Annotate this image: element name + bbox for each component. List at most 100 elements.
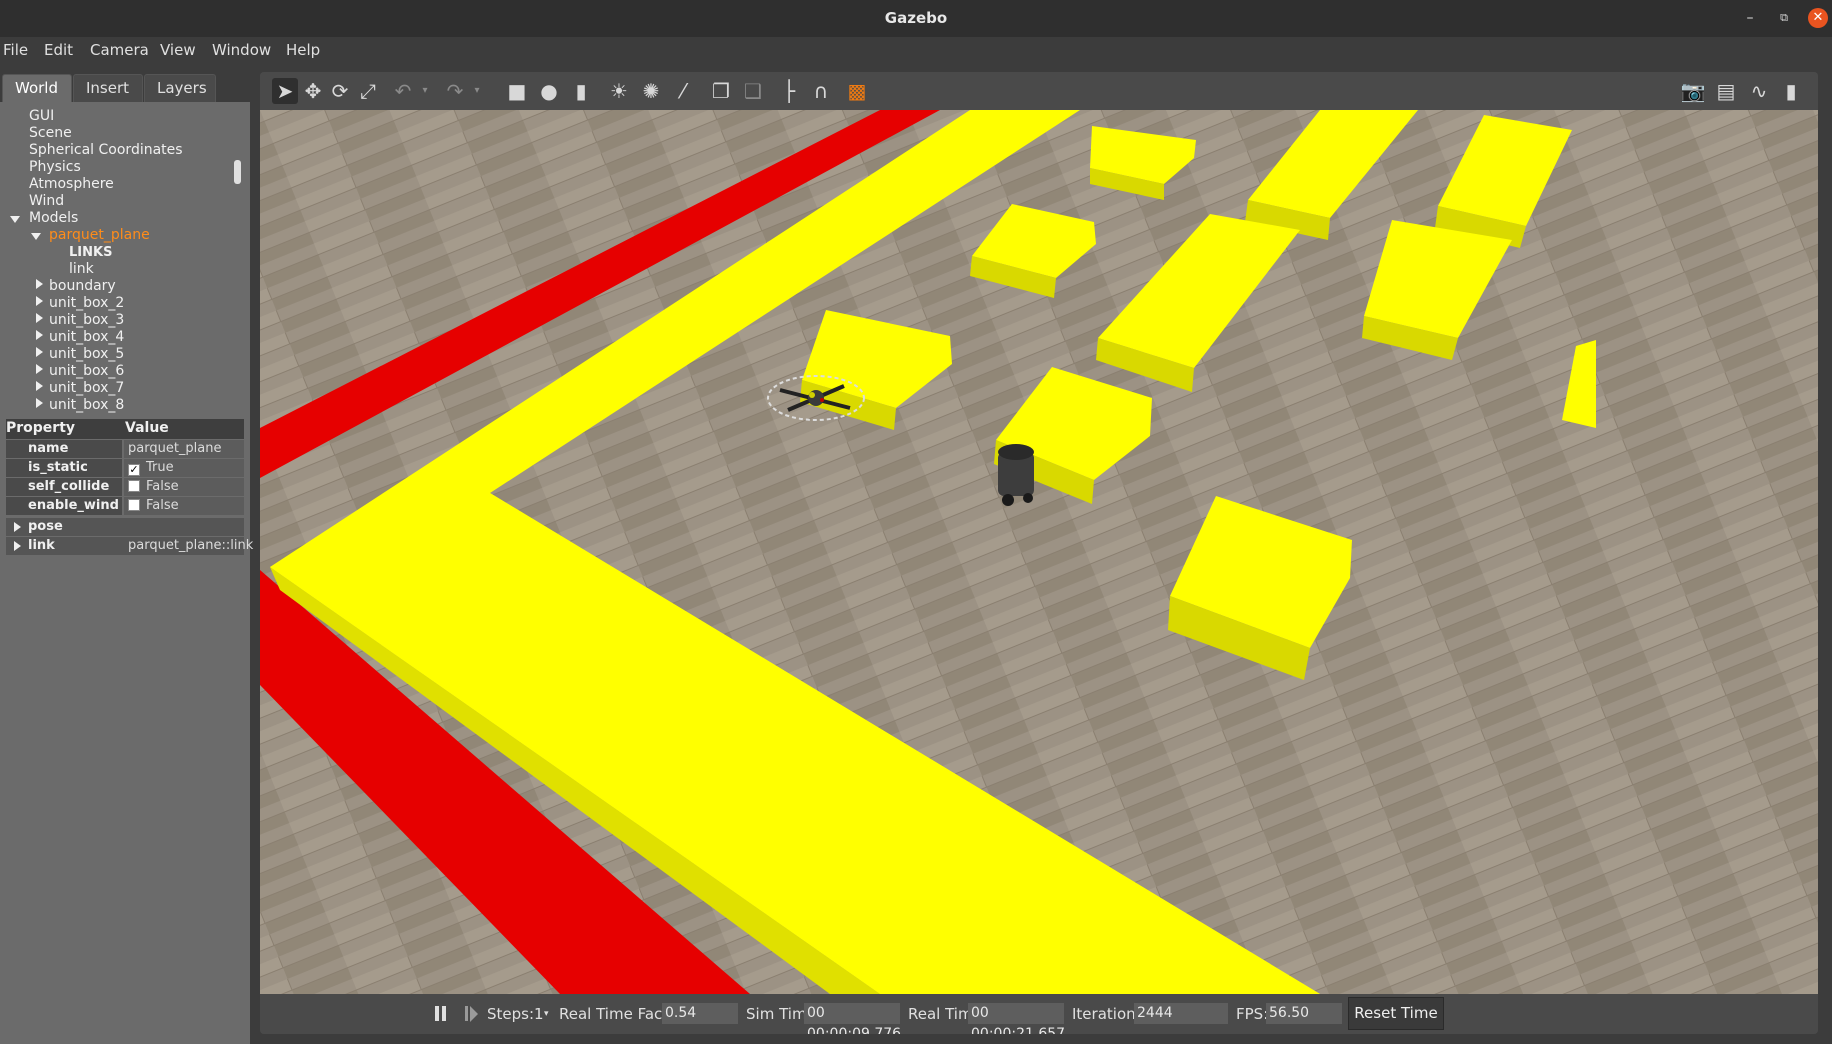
prop-section-pose[interactable]: pose	[6, 518, 244, 536]
spot-light-icon[interactable]: ✺	[638, 78, 664, 104]
snap-icon[interactable]: ∩	[808, 78, 834, 104]
value-column-header: Value	[125, 420, 169, 436]
menu-view[interactable]: View	[160, 41, 196, 59]
close-icon[interactable]: ✕	[1808, 8, 1828, 28]
expand-icon[interactable]	[36, 279, 43, 289]
step-icon[interactable]	[463, 1004, 479, 1024]
tree-item-unit-box-4[interactable]: unit_box_4	[49, 329, 124, 346]
3d-scene[interactable]	[260, 110, 1818, 994]
tree-item-unit-box-6[interactable]: unit_box_6	[49, 363, 124, 380]
expand-icon[interactable]	[36, 364, 43, 374]
tree-item-unit-box-8[interactable]: unit_box_8	[49, 397, 124, 414]
scene-canvas	[260, 110, 1818, 994]
menu-camera[interactable]: Camera	[90, 41, 149, 59]
tab-layers[interactable]: Layers	[144, 74, 216, 102]
prop-enable-wind-value: False	[124, 497, 244, 515]
fps-label: FPS:	[1236, 1005, 1269, 1023]
tree-item-unit-box-5[interactable]: unit_box_5	[49, 346, 124, 363]
tree-item-atmosphere[interactable]: Atmosphere	[29, 176, 114, 193]
minimize-icon[interactable]: –	[1740, 8, 1760, 28]
enable-wind-checkbox[interactable]	[128, 499, 140, 511]
tree-item-parquet-plane[interactable]: parquet_plane	[49, 227, 150, 244]
expand-link-icon[interactable]	[14, 541, 21, 551]
tree-item-physics[interactable]: Physics	[29, 159, 81, 176]
log-icon[interactable]: ▤	[1713, 78, 1739, 104]
steps-dropdown-icon[interactable]: ▾	[544, 1009, 549, 1019]
redo-dropdown-icon[interactable]: ▾	[464, 78, 490, 104]
prop-row-self-collide: self_collide False	[6, 478, 244, 497]
change-view-icon[interactable]: ▩	[844, 78, 870, 104]
link-label: link	[28, 538, 55, 553]
prop-enable-wind-label: enable_wind	[6, 497, 122, 515]
is-static-checkbox[interactable]: ✓	[128, 464, 140, 476]
steps-value[interactable]: 1	[534, 1005, 544, 1023]
directional-light-icon[interactable]: ⁄	[670, 78, 696, 104]
tab-insert[interactable]: Insert	[73, 74, 143, 102]
prop-row-enable-wind: enable_wind False	[6, 497, 244, 516]
undo-dropdown-icon[interactable]: ▾	[412, 78, 438, 104]
steps-label: Steps:	[487, 1005, 535, 1023]
menu-window[interactable]: Window	[212, 41, 271, 59]
video-record-icon[interactable]: ▮	[1778, 78, 1804, 104]
box-shape-icon[interactable]: ■	[504, 78, 530, 104]
expand-pose-icon[interactable]	[14, 522, 21, 532]
translate-mode-icon[interactable]: ✥	[300, 78, 326, 104]
expand-parquet-plane-icon[interactable]	[31, 233, 41, 240]
tree-item-wind[interactable]: Wind	[29, 193, 64, 210]
expand-models-icon[interactable]	[10, 216, 20, 223]
expand-icon[interactable]	[36, 398, 43, 408]
expand-icon[interactable]	[36, 296, 43, 306]
tree-item-boundary[interactable]: boundary	[49, 278, 116, 295]
plot-icon[interactable]: ∿	[1746, 78, 1772, 104]
select-mode-icon[interactable]: ➤	[272, 78, 298, 104]
expand-icon[interactable]	[36, 381, 43, 391]
menu-file[interactable]: File	[3, 41, 28, 59]
tree-item-models[interactable]: Models	[29, 210, 78, 227]
align-icon[interactable]: ├	[776, 78, 802, 104]
self-collide-text: False	[146, 479, 179, 494]
reset-time-button[interactable]: Reset Time	[1348, 997, 1444, 1030]
tree-item-unit-box-3[interactable]: unit_box_3	[49, 312, 124, 329]
tree-item-unit-box-7[interactable]: unit_box_7	[49, 380, 124, 397]
prop-is-static-value: ✓ True	[124, 459, 244, 477]
pause-icon[interactable]	[433, 1004, 449, 1024]
tree-scrollbar[interactable]	[234, 160, 241, 184]
tree-item-links-header: LINKS	[69, 245, 113, 260]
viewport-toolbar: ➤ ✥ ⟳ ⤢ ↶ ▾ ↷ ▾ ■ ● ▮ ☀ ✺ ⁄ ❐ ❑ ├ ∩ ▩ 📷 …	[260, 72, 1818, 110]
enable-wind-text: False	[146, 498, 179, 513]
point-light-icon[interactable]: ☀	[606, 78, 632, 104]
prop-section-link[interactable]: link parquet_plane::link	[6, 537, 253, 555]
expand-icon[interactable]	[36, 330, 43, 340]
render-viewport: ➤ ✥ ⟳ ⤢ ↶ ▾ ↷ ▾ ■ ● ▮ ☀ ✺ ⁄ ❐ ❑ ├ ∩ ▩ 📷 …	[260, 72, 1818, 1034]
tree-item-unit-box-2[interactable]: unit_box_2	[49, 295, 124, 312]
prop-row-is-static: is_static ✓ True	[6, 459, 244, 478]
rtf-field: 0.54	[662, 1003, 738, 1024]
tab-world[interactable]: World	[2, 74, 72, 102]
menu-edit[interactable]: Edit	[44, 41, 73, 59]
copy-icon[interactable]: ❐	[708, 78, 734, 104]
prop-row-name: name parquet_plane	[6, 440, 244, 459]
menu-help[interactable]: Help	[286, 41, 320, 59]
self-collide-checkbox[interactable]	[128, 480, 140, 492]
tree-item-link[interactable]: link	[69, 261, 94, 278]
left-tabs: World Insert Layers	[0, 70, 250, 102]
tree-item-scene[interactable]: Scene	[29, 125, 72, 142]
expand-icon[interactable]	[36, 347, 43, 357]
paste-icon[interactable]: ❑	[740, 78, 766, 104]
prop-self-collide-label: self_collide	[6, 478, 122, 496]
screenshot-icon[interactable]: 📷	[1680, 78, 1706, 104]
tree-item-spherical-coordinates[interactable]: Spherical Coordinates	[29, 142, 183, 159]
maximize-icon[interactable]: ⧉	[1774, 8, 1794, 28]
scale-mode-icon[interactable]: ⤢	[355, 78, 381, 104]
real-time-field: 00 00:00:21.657	[968, 1003, 1065, 1034]
pose-label: pose	[28, 519, 63, 534]
tree-item-gui[interactable]: GUI	[29, 108, 54, 125]
cylinder-shape-icon[interactable]: ▮	[568, 78, 594, 104]
rotate-mode-icon[interactable]: ⟳	[327, 78, 353, 104]
sphere-shape-icon[interactable]: ●	[536, 78, 562, 104]
expand-icon[interactable]	[36, 313, 43, 323]
left-panel: World Insert Layers GUI Scene Spherical …	[0, 70, 253, 1044]
prop-name-value[interactable]: parquet_plane	[124, 440, 244, 458]
window-title: Gazebo	[884, 9, 948, 27]
title-bar: Gazebo – ⧉ ✕	[0, 0, 1832, 37]
